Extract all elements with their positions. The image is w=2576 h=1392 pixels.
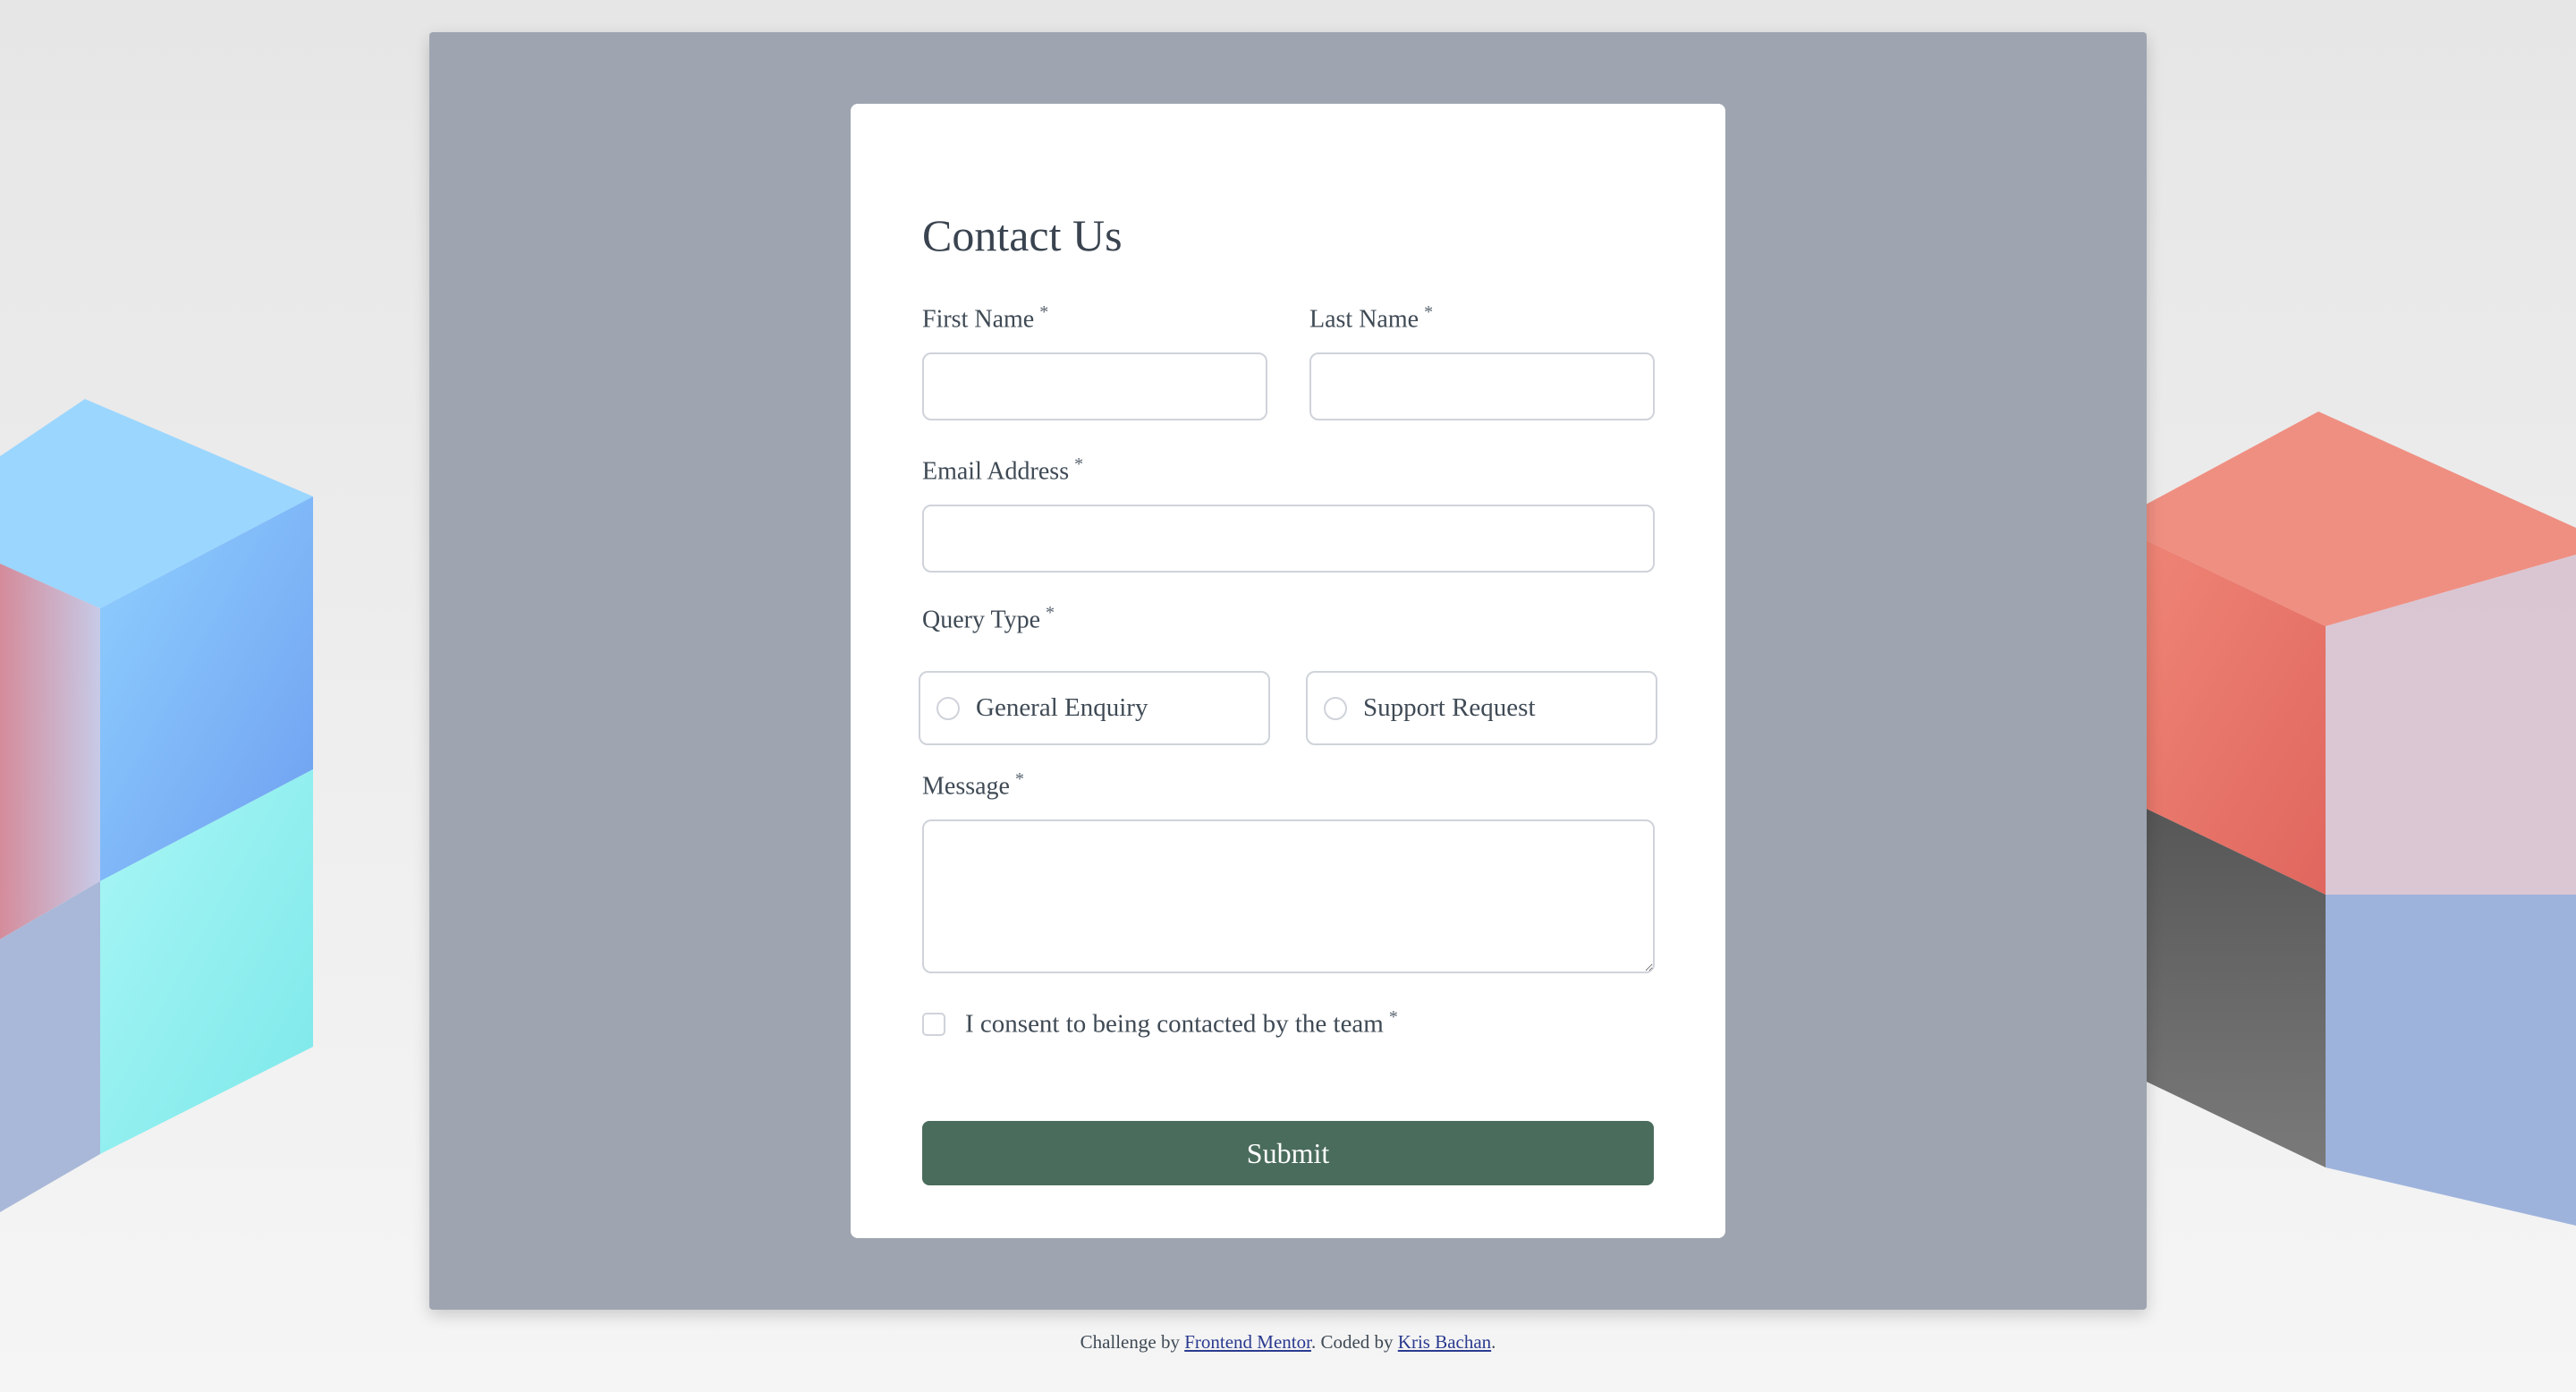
author-link[interactable]: Kris Bachan xyxy=(1398,1331,1491,1353)
form-title: Contact Us xyxy=(922,210,1123,260)
required-asterisk: * xyxy=(1074,454,1084,474)
attribution-footer: Challenge by Frontend Mentor. Coded by K… xyxy=(0,1331,2576,1354)
footer-suffix: . xyxy=(1491,1331,1496,1353)
radio-circle-icon[interactable] xyxy=(1324,696,1347,720)
consent-label-text: I consent to being contacted by the team xyxy=(965,1009,1384,1039)
radio-option-support-request[interactable]: Support Request xyxy=(1306,671,1657,745)
last-name-input[interactable] xyxy=(1309,352,1655,420)
last-name-label-text: Last Name xyxy=(1309,305,1419,334)
radio-option-general-enquiry[interactable]: General Enquiry xyxy=(919,671,1270,745)
radio-label-support-request: Support Request xyxy=(1363,693,1536,722)
consent-checkbox[interactable] xyxy=(922,1013,945,1036)
required-asterisk: * xyxy=(1424,302,1434,322)
required-asterisk: * xyxy=(1014,769,1024,789)
query-type-label: Query Type * xyxy=(922,603,1055,634)
footer-prefix: Challenge by xyxy=(1080,1331,1185,1353)
submit-button[interactable]: Submit xyxy=(922,1121,1654,1185)
frontend-mentor-link[interactable]: Frontend Mentor xyxy=(1184,1331,1311,1353)
message-field-wrapper xyxy=(922,819,1655,973)
required-asterisk: * xyxy=(1388,1007,1398,1027)
radio-circle-icon[interactable] xyxy=(936,696,960,720)
required-asterisk: * xyxy=(1046,603,1055,623)
first-name-label: First Name * xyxy=(922,302,1048,334)
required-asterisk: * xyxy=(1039,302,1049,322)
radio-label-general-enquiry: General Enquiry xyxy=(976,693,1148,722)
query-type-label-text: Query Type xyxy=(922,606,1041,634)
first-name-label-text: First Name xyxy=(922,305,1035,334)
email-input[interactable] xyxy=(922,505,1655,573)
message-textarea[interactable] xyxy=(922,819,1655,973)
contact-form-card: Contact Us First Name * Last Name * Email … xyxy=(851,104,1725,1238)
first-name-input[interactable] xyxy=(922,352,1267,420)
email-label-text: Email Address xyxy=(922,457,1070,486)
email-label: Email Address * xyxy=(922,454,1083,486)
message-label: Message * xyxy=(922,769,1024,801)
consent-label[interactable]: I consent to being contacted by the team… xyxy=(965,1007,1398,1040)
message-label-text: Message xyxy=(922,772,1010,801)
footer-middle: . Coded by xyxy=(1310,1331,1398,1353)
last-name-label: Last Name * xyxy=(1309,302,1433,334)
